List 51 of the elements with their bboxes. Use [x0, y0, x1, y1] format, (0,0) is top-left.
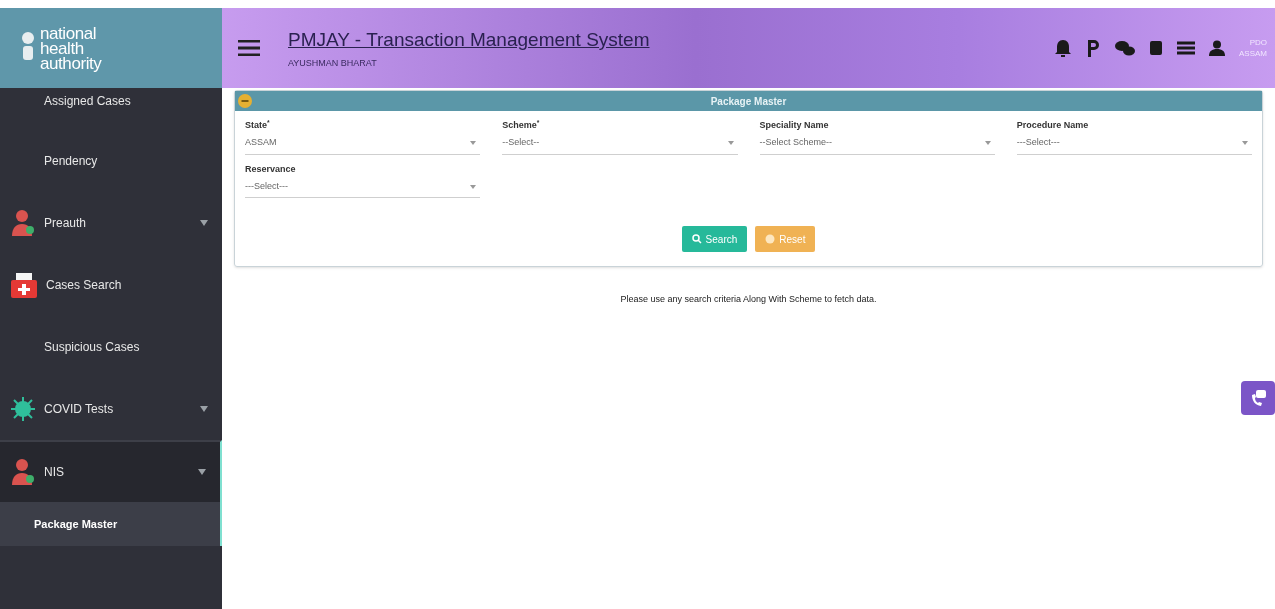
search-icon — [691, 234, 702, 244]
circle-icon — [765, 234, 776, 244]
user-info: PDO — [1249, 37, 1267, 48]
list-icon[interactable] — [1177, 41, 1195, 55]
document-icon[interactable] — [1149, 40, 1163, 56]
field-label: Scheme$^{*}$ — [502, 119, 541, 132]
field-label: Procedure Name — [1016, 119, 1090, 132]
sidebar-subitem[interactable]: Package Master — [0, 502, 222, 546]
dropdown-caret-icon — [984, 141, 991, 145]
chevron-down-icon — [200, 406, 208, 412]
bell-icon[interactable] — [1055, 39, 1071, 57]
sidebar-item[interactable]: Assigned Cases — [0, 90, 222, 130]
virus-icon — [10, 396, 36, 422]
sidebar-item[interactable]: NIS — [0, 440, 222, 502]
panel-title: Package Master — [710, 94, 787, 109]
select-field[interactable]: ASSAM — [245, 132, 481, 155]
menu-icon[interactable] — [238, 40, 260, 56]
sidebar-item[interactable]: Suspicious Cases — [0, 316, 222, 378]
parking-icon[interactable] — [1085, 38, 1101, 58]
chevron-down-icon — [198, 469, 206, 475]
sidebar-item[interactable]: Cases Search — [0, 254, 222, 316]
select-field[interactable]: --Select Scheme-- — [759, 132, 995, 155]
sidebar-item[interactable]: COVID Tests — [0, 378, 222, 440]
app-title: PMJAY - Transaction Management System — [288, 28, 650, 52]
user-info: ASSAM — [1239, 48, 1267, 59]
chat-icon[interactable] — [1115, 40, 1135, 56]
person-icon — [10, 208, 36, 238]
logo-text: national — [40, 25, 98, 41]
logo-text: health — [40, 40, 84, 56]
app-subtitle: AYUSHMAN BHARAT — [288, 56, 378, 70]
field-label: State$^{*}$ — [245, 119, 271, 132]
sidebar-item[interactable]: Pendency — [0, 130, 222, 192]
dropdown-caret-icon — [470, 184, 477, 189]
collapse-icon[interactable] — [238, 94, 252, 108]
chat-support-button[interactable] — [1241, 380, 1275, 415]
dropdown-caret-icon — [1242, 141, 1248, 145]
dropdown-caret-icon — [727, 141, 734, 145]
user-icon[interactable] — [1209, 40, 1225, 56]
chevron-down-icon — [200, 220, 208, 226]
select-field[interactable]: --Select-- — [502, 132, 738, 155]
select-field[interactable]: ---Select--- — [245, 176, 481, 198]
phone-chat-icon — [1249, 388, 1267, 407]
field-label: Reservance — [245, 162, 297, 176]
dropdown-caret-icon — [470, 141, 477, 145]
field-label: Speciality Name — [759, 119, 830, 132]
info-message: Please use any search criteria Along With Scheme to fetch data. — [620, 293, 877, 306]
select-field[interactable]: ---Select--- — [1016, 132, 1252, 155]
person-icon — [10, 457, 36, 487]
sidebar-item[interactable]: Preauth — [0, 192, 222, 254]
logo-text: authority — [40, 55, 102, 71]
medical-kit-icon — [10, 271, 38, 299]
